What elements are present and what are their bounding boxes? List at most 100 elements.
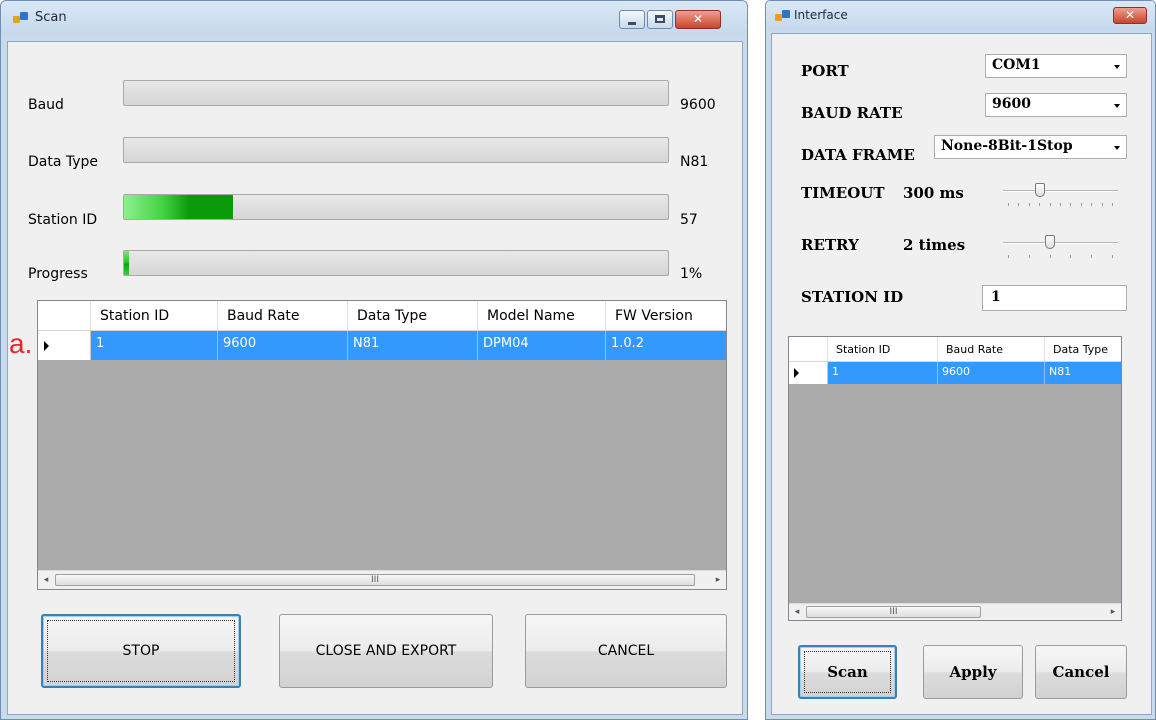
cell-model-name[interactable]: DPM04 [478, 331, 606, 360]
maximize-icon [655, 15, 665, 23]
current-row-arrow-icon [44, 341, 49, 351]
data-type-value: N81 [680, 154, 709, 170]
horizontal-scrollbar[interactable]: ◂ III ▸ [789, 603, 1121, 620]
interface-window-title: Interface [794, 8, 848, 22]
column-header-data-type[interactable]: Data Type [1045, 337, 1121, 361]
slider-tick [1029, 255, 1030, 258]
slider-tick [1008, 203, 1009, 206]
dropdown-arrow-icon [1114, 146, 1120, 150]
column-header-fw-version[interactable]: FW Version [606, 301, 726, 330]
data-frame-dropdown[interactable]: None-8Bit-1Stop [934, 135, 1127, 159]
data-type-progress-bar [123, 137, 669, 163]
scroll-left-arrow-icon[interactable]: ◂ [38, 571, 54, 589]
cell-station-id[interactable]: 1 [91, 331, 218, 360]
station-id-label: Station ID [28, 212, 98, 228]
progress-label: Progress [28, 266, 88, 282]
column-header-station-id[interactable]: Station ID [91, 301, 218, 330]
baud-label: Baud [28, 97, 64, 113]
minimize-button[interactable] [619, 10, 645, 29]
maximize-button[interactable] [647, 10, 673, 29]
grid-corner-cell [789, 337, 828, 361]
slider-tick [1112, 203, 1113, 206]
slider-track [1003, 242, 1118, 244]
slider-tick [1081, 203, 1082, 206]
row-header[interactable] [789, 362, 828, 384]
cancel-button[interactable]: CANCEL [525, 614, 727, 688]
table-row[interactable]: 1 9600 N81 DPM04 1.0.2 [38, 331, 726, 360]
port-dropdown[interactable]: COM1 [985, 54, 1127, 78]
cell-baud-rate[interactable]: 9600 [218, 331, 348, 360]
interface-window: Interface ✕ PORT COM1 BAUD RATE 9600 DAT… [765, 0, 1156, 720]
baud-rate-label: BAUD RATE [801, 104, 903, 122]
scan-title-bar[interactable]: Scan ✕ [1, 1, 747, 35]
interface-close-button[interactable]: ✕ [1113, 7, 1147, 24]
slider-tick [1091, 203, 1092, 206]
slider-tick [1018, 203, 1019, 206]
baud-rate-value: 9600 [992, 96, 1031, 112]
cell-data-type[interactable]: N81 [1045, 362, 1121, 384]
slider-tick [1050, 203, 1051, 206]
grid-header: Station ID Baud Rate Data Type Model Nam… [38, 301, 726, 331]
scan-window: Scan ✕ Baud 9600 Data Type N81 Station I… [0, 0, 748, 720]
scroll-right-arrow-icon[interactable]: ▸ [1105, 604, 1121, 620]
apply-button[interactable]: Apply [923, 645, 1023, 699]
slider-tick [1060, 203, 1061, 206]
overall-progress-fill [124, 251, 130, 275]
station-id-label: STATION ID [801, 288, 904, 306]
cell-baud-rate[interactable]: 9600 [938, 362, 1045, 384]
slider-tick [1112, 255, 1113, 258]
horizontal-scrollbar[interactable]: ◂ III ▸ [38, 570, 726, 589]
scan-button[interactable]: Scan [798, 645, 897, 699]
interface-title-bar[interactable]: Interface ✕ [766, 1, 1155, 31]
baud-progress-bar [123, 80, 669, 106]
column-header-station-id[interactable]: Station ID [828, 337, 938, 361]
dropdown-arrow-icon [1114, 104, 1120, 108]
interface-cancel-button[interactable]: Cancel [1035, 645, 1127, 699]
slider-track [1003, 190, 1118, 192]
station-id-value: 57 [680, 212, 698, 228]
stop-button[interactable]: STOP [41, 614, 241, 688]
scan-results-grid[interactable]: Station ID Baud Rate Data Type Model Nam… [37, 300, 727, 590]
column-header-data-type[interactable]: Data Type [348, 301, 478, 330]
cell-fw-version[interactable]: 1.0.2 [606, 331, 726, 360]
close-button[interactable]: ✕ [675, 10, 721, 29]
scroll-left-arrow-icon[interactable]: ◂ [789, 604, 805, 620]
interface-client-area: PORT COM1 BAUD RATE 9600 DATA FRAME None… [771, 33, 1152, 715]
close-icon: ✕ [692, 12, 704, 26]
close-icon: ✕ [1124, 8, 1136, 22]
app-icon [775, 10, 791, 22]
cell-station-id[interactable]: 1 [828, 362, 938, 384]
column-header-baud-rate[interactable]: Baud Rate [218, 301, 348, 330]
slider-thumb[interactable] [1035, 183, 1045, 197]
retry-label: RETRY [801, 236, 859, 254]
station-id-input[interactable]: 1 [982, 285, 1127, 311]
timeout-label: TIMEOUT [801, 184, 885, 202]
scrollbar-thumb[interactable]: III [806, 606, 981, 618]
close-and-export-button[interactable]: CLOSE AND EXPORT [279, 614, 493, 688]
data-type-label: Data Type [28, 154, 99, 170]
slider-tick [1039, 203, 1040, 206]
baud-rate-dropdown[interactable]: 9600 [985, 93, 1127, 117]
annotation-label: a. [9, 328, 33, 359]
column-header-model-name[interactable]: Model Name [478, 301, 606, 330]
retry-slider[interactable] [1003, 233, 1118, 258]
baud-value: 9600 [680, 97, 716, 113]
timeout-slider[interactable] [1003, 181, 1118, 206]
scroll-right-arrow-icon[interactable]: ▸ [710, 571, 726, 589]
table-row[interactable]: 1 9600 N81 [789, 362, 1121, 384]
progress-value: 1% [680, 266, 703, 282]
column-header-baud-rate[interactable]: Baud Rate [938, 337, 1045, 361]
slider-tick [1102, 203, 1103, 206]
interface-results-grid[interactable]: Station ID Baud Rate Data Type 1 9600 N8… [788, 336, 1122, 621]
row-header[interactable] [38, 331, 91, 360]
dropdown-arrow-icon [1114, 65, 1120, 69]
slider-thumb[interactable] [1045, 235, 1055, 249]
overall-progress-bar [123, 250, 669, 276]
scrollbar-thumb[interactable]: III [55, 574, 695, 586]
timeout-value: 300 ms [903, 184, 964, 202]
slider-ticks [1003, 203, 1118, 206]
cell-data-type[interactable]: N81 [348, 331, 478, 360]
scan-client-area: Baud 9600 Data Type N81 Station ID 57 Pr… [7, 41, 743, 715]
slider-tick [1070, 255, 1071, 258]
app-icon [13, 12, 29, 24]
